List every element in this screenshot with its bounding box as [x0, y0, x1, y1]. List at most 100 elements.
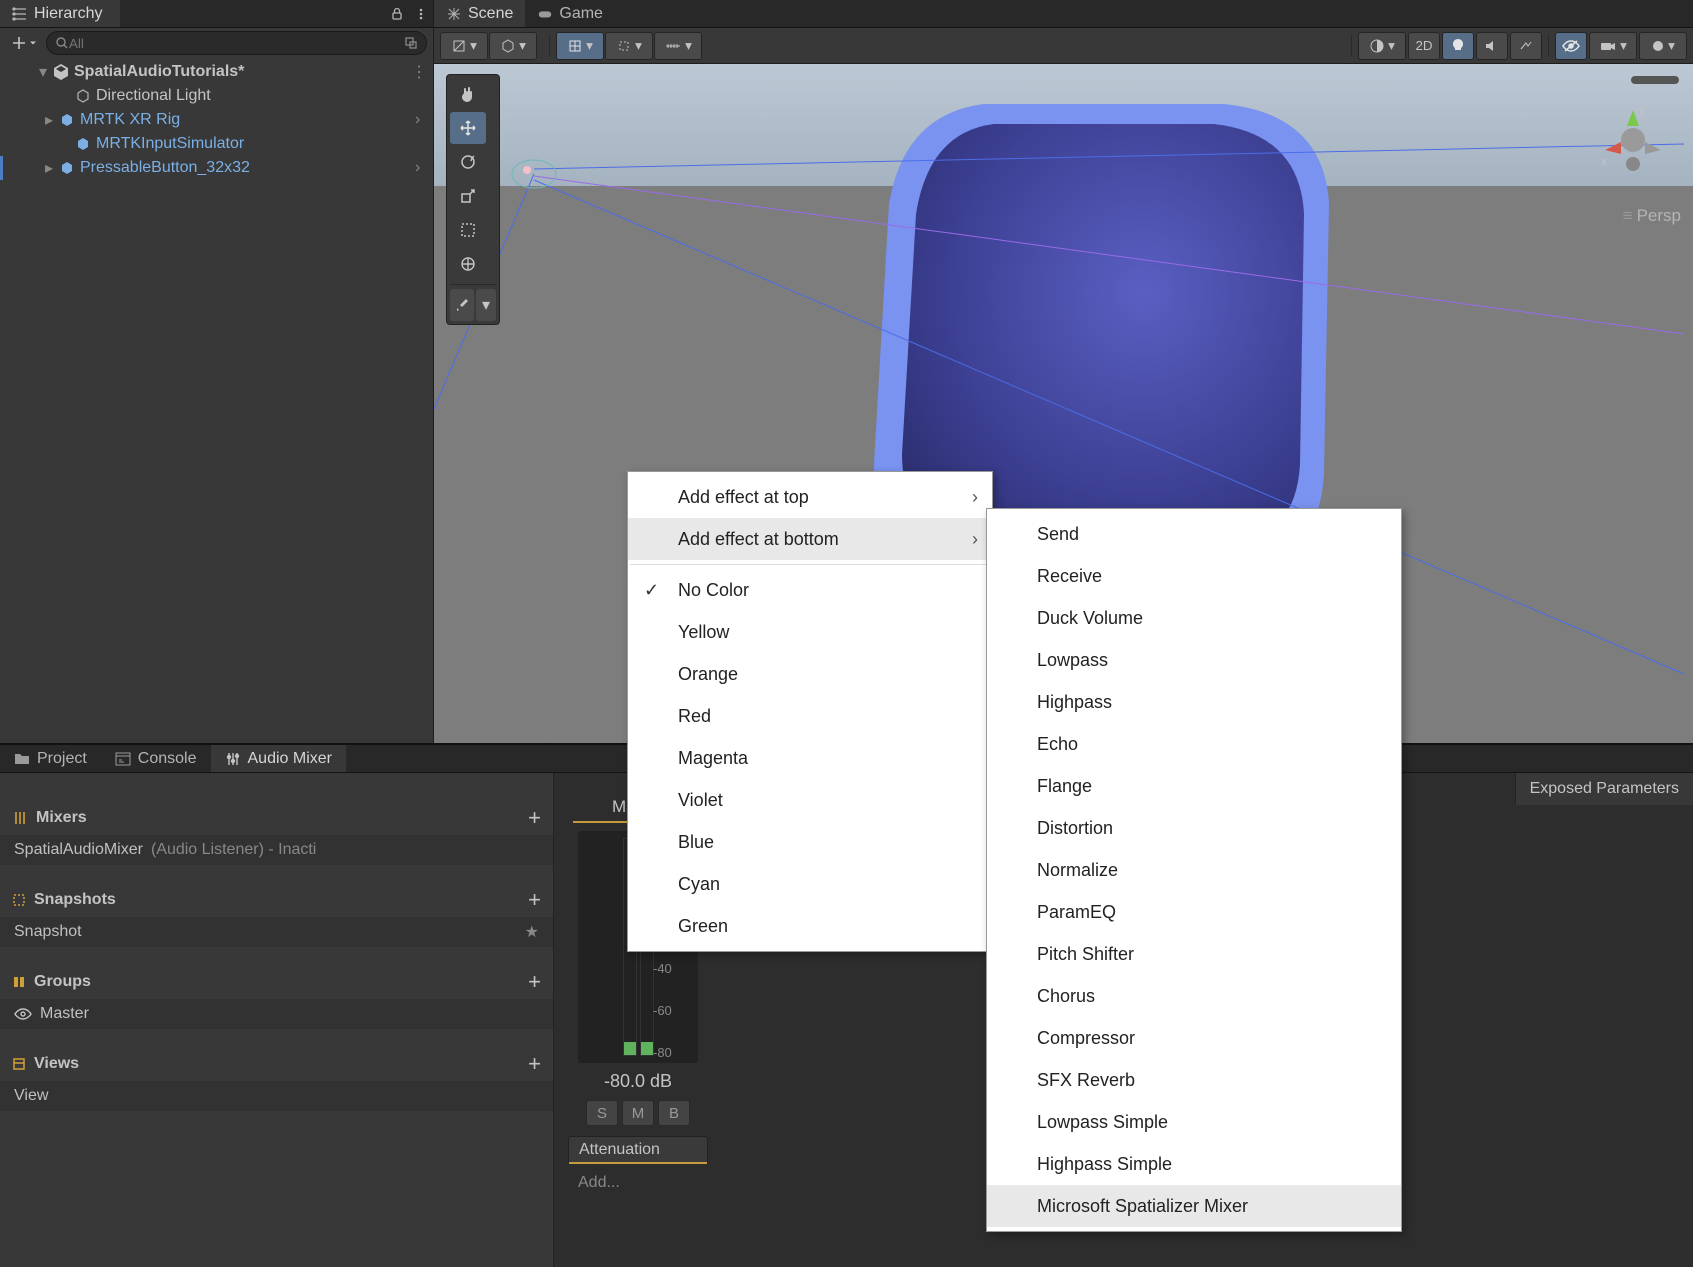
transform-tool[interactable]: [450, 248, 486, 280]
hierarchy-search-input[interactable]: [69, 36, 404, 51]
viewport-drag-handle[interactable]: [1631, 76, 1679, 84]
menu-color-red[interactable]: Red: [628, 695, 992, 737]
add-snapshot-button[interactable]: +: [528, 887, 541, 913]
scene-row[interactable]: ▾ SpatialAudioTutorials* ⋮: [0, 60, 433, 84]
game-object-row[interactable]: Directional Light: [0, 84, 433, 108]
game-object-row[interactable]: MRTKInputSimulator: [0, 132, 433, 156]
scene-more-icon[interactable]: ⋮: [411, 62, 427, 82]
audio-mixer-tab[interactable]: Audio Mixer: [211, 745, 346, 772]
add-effect-button[interactable]: Add...: [568, 1170, 708, 1196]
menu-effect-flange[interactable]: Flange: [987, 765, 1401, 807]
bypass-button[interactable]: B: [658, 1100, 690, 1126]
game-tab[interactable]: Game: [525, 0, 615, 27]
grid-snap-button[interactable]: ▾: [556, 32, 604, 60]
scale-tool[interactable]: [450, 180, 486, 212]
expand-icon[interactable]: ▸: [42, 113, 56, 127]
menu-effect-highpass-simple[interactable]: Highpass Simple: [987, 1143, 1401, 1185]
views-icon: [12, 1057, 26, 1071]
menu-label: Echo: [1037, 734, 1078, 755]
mute-button[interactable]: M: [622, 1100, 654, 1126]
2d-toggle-button[interactable]: 2D: [1408, 32, 1440, 60]
menu-effect-distortion[interactable]: Distortion: [987, 807, 1401, 849]
perspective-label[interactable]: ≡ Persp: [1623, 206, 1681, 226]
custom-tools-button[interactable]: [450, 289, 474, 321]
menu-color-violet[interactable]: Violet: [628, 779, 992, 821]
rect-tool[interactable]: [450, 214, 486, 246]
camera-settings-button[interactable]: ▾: [1589, 32, 1637, 60]
draw-mode-button[interactable]: ▾: [1358, 32, 1406, 60]
visibility-button[interactable]: [1555, 32, 1587, 60]
hand-tool[interactable]: [450, 78, 486, 110]
pivot-mode-button[interactable]: ▾: [440, 32, 488, 60]
create-dropdown[interactable]: [6, 32, 42, 54]
add-group-button[interactable]: +: [528, 969, 541, 995]
custom-tools-dropdown[interactable]: ▾: [476, 289, 496, 321]
menu-add-effect-bottom[interactable]: Add effect at bottom ›: [628, 518, 992, 560]
view-row[interactable]: View: [0, 1081, 553, 1111]
prefab-icon: [74, 135, 92, 153]
snap-increment-button[interactable]: ▾: [605, 32, 653, 60]
menu-effect-duck-volume[interactable]: Duck Volume: [987, 597, 1401, 639]
fx-toggle-button[interactable]: [1510, 32, 1542, 60]
add-mixer-button[interactable]: +: [528, 805, 541, 831]
menu-color-yellow[interactable]: Yellow: [628, 611, 992, 653]
menu-effect-echo[interactable]: Echo: [987, 723, 1401, 765]
game-object-row[interactable]: ▸ MRTK XR Rig ›: [0, 108, 433, 132]
hierarchy-lock-button[interactable]: [385, 3, 409, 25]
group-row[interactable]: Master: [0, 999, 553, 1029]
lighting-toggle-button[interactable]: [1442, 32, 1474, 60]
menu-effect-send[interactable]: Send: [987, 513, 1401, 555]
hierarchy-tab[interactable]: Hierarchy: [0, 0, 120, 27]
menu-color-blue[interactable]: Blue: [628, 821, 992, 863]
menu-color-orange[interactable]: Orange: [628, 653, 992, 695]
menu-effect-pitch-shifter[interactable]: Pitch Shifter: [987, 933, 1401, 975]
chevron-right-icon[interactable]: ›: [415, 111, 433, 129]
game-object-label: MRTKInputSimulator: [96, 135, 433, 153]
menu-label: Pitch Shifter: [1037, 944, 1134, 965]
project-tab[interactable]: Project: [0, 745, 101, 772]
menu-color-green[interactable]: Green: [628, 905, 992, 947]
menu-label: Compressor: [1037, 1028, 1135, 1049]
game-object-row[interactable]: ▸ PressableButton_32x32 ›: [0, 156, 433, 180]
chevron-right-icon[interactable]: ›: [415, 159, 433, 177]
menu-label: SFX Reverb: [1037, 1070, 1135, 1091]
rotate-tool[interactable]: [450, 146, 486, 178]
orientation-gizmo[interactable]: x y: [1593, 100, 1673, 180]
menu-effect-compressor[interactable]: Compressor: [987, 1017, 1401, 1059]
menu-effect-parameq[interactable]: ParamEQ: [987, 891, 1401, 933]
console-tab[interactable]: Console: [101, 745, 211, 772]
menu-effect-highpass[interactable]: Highpass: [987, 681, 1401, 723]
hierarchy-more-button[interactable]: [409, 3, 433, 25]
eye-icon[interactable]: [14, 1007, 32, 1021]
folder-icon: [14, 752, 30, 766]
menu-effect-lowpass[interactable]: Lowpass: [987, 639, 1401, 681]
mixer-row[interactable]: SpatialAudioMixer (Audio Listener) - Ina…: [0, 835, 553, 865]
add-view-button[interactable]: +: [528, 1051, 541, 1077]
gizmos-button[interactable]: ▾: [1639, 32, 1687, 60]
menu-color-cyan[interactable]: Cyan: [628, 863, 992, 905]
menu-add-effect-top[interactable]: Add effect at top ›: [628, 476, 992, 518]
menu-effect-receive[interactable]: Receive: [987, 555, 1401, 597]
snapshot-row[interactable]: Snapshot ★: [0, 917, 553, 947]
solo-button[interactable]: S: [586, 1100, 618, 1126]
menu-color-none[interactable]: ✓No Color: [628, 569, 992, 611]
menu-effect-microsoft-spatializer[interactable]: Microsoft Spatializer Mixer: [987, 1185, 1401, 1227]
hierarchy-search[interactable]: [46, 31, 427, 55]
attenuation-slot[interactable]: Attenuation: [568, 1136, 708, 1164]
menu-effect-chorus[interactable]: Chorus: [987, 975, 1401, 1017]
expand-icon[interactable]: ▸: [42, 161, 56, 175]
snap-ruler-button[interactable]: ▾: [654, 32, 702, 60]
search-filter-icon[interactable]: [404, 36, 418, 50]
scene-tab[interactable]: Scene: [434, 0, 525, 27]
pivot-rotation-button[interactable]: ▾: [489, 32, 537, 60]
expand-icon[interactable]: ▾: [36, 65, 50, 79]
menu-effect-normalize[interactable]: Normalize: [987, 849, 1401, 891]
menu-label: Violet: [678, 790, 723, 811]
audio-toggle-button[interactable]: [1476, 32, 1508, 60]
menu-color-magenta[interactable]: Magenta: [628, 737, 992, 779]
move-tool[interactable]: [450, 112, 486, 144]
menu-effect-lowpass-simple[interactable]: Lowpass Simple: [987, 1101, 1401, 1143]
menu-effect-sfx-reverb[interactable]: SFX Reverb: [987, 1059, 1401, 1101]
mixers-icon: [12, 810, 28, 826]
exposed-parameters-button[interactable]: Exposed Parameters: [1515, 773, 1693, 805]
